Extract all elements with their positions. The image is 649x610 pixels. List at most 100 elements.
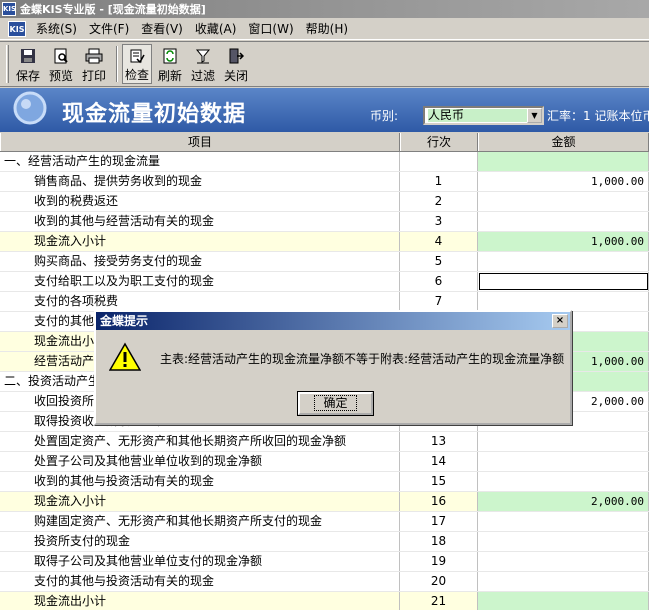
preview-icon [52, 47, 70, 65]
print-button[interactable]: 打印 [79, 44, 109, 84]
cell-line-number [400, 152, 478, 171]
ok-button-label: 确定 [314, 395, 357, 411]
table-row[interactable]: 投资所支付的现金 18 [0, 532, 649, 552]
cell-amount[interactable] [478, 252, 649, 271]
cell-amount[interactable] [478, 592, 649, 610]
toolbar-grip[interactable] [6, 45, 9, 83]
check-label: 检查 [124, 68, 149, 82]
table-row[interactable]: 现金流入小计 16 2,000.00 [0, 492, 649, 512]
cell-amount[interactable]: 2,000.00 [478, 492, 649, 511]
dropdown-arrow-icon[interactable]: ▼ [527, 108, 542, 123]
dialog-title-text: 金蝶提示 [100, 314, 149, 328]
table-row[interactable]: 收到的其他与经营活动有关的现金 3 [0, 212, 649, 232]
cell-amount[interactable]: 1,000.00 [478, 232, 649, 251]
save-button[interactable]: 保存 [13, 44, 43, 84]
close-icon [227, 47, 245, 65]
refresh-icon [161, 47, 179, 65]
cell-amount[interactable] [478, 532, 649, 551]
cell-amount[interactable] [478, 552, 649, 571]
cell-item: 收到的其他与投资活动有关的现金 [0, 472, 400, 491]
table-row[interactable]: 支付的各项税费 7 [0, 292, 649, 312]
filter-button[interactable]: 过滤 [188, 44, 218, 84]
cell-line-number: 15 [400, 472, 478, 491]
cell-amount[interactable] [478, 152, 649, 171]
cell-line-number: 4 [400, 232, 478, 251]
exchange-rate-text: 汇率：1 记账本位币 [547, 109, 649, 123]
menu-help[interactable]: 帮助(H) [300, 20, 354, 37]
warning-dialog: 金蝶提示 × 主表:经营活动产生的现金流量净额不等于附表:经营活动产生的现金流量… [94, 310, 572, 425]
cell-amount[interactable] [478, 212, 649, 231]
cell-amount[interactable] [478, 292, 649, 311]
column-header-line[interactable]: 行次 [400, 133, 478, 151]
toolbar-separator [116, 46, 118, 82]
table-row[interactable]: 收到的其他与投资活动有关的现金 15 [0, 472, 649, 492]
table-row[interactable]: 购买商品、接受劳务支付的现金 5 [0, 252, 649, 272]
cell-amount[interactable] [478, 272, 649, 291]
menu-view[interactable]: 查看(V) [135, 20, 189, 37]
window-title-bar: KIS 金蝶KIS专业版 - [现金流量初始数据] [0, 0, 649, 18]
dialog-message: 主表:经营活动产生的现金流量净额不等于附表:经营活动产生的现金流量净额 [160, 352, 565, 366]
menu-file[interactable]: 文件(F) [83, 20, 135, 37]
table-row[interactable]: 取得子公司及其他营业单位支付的现金净额 19 [0, 552, 649, 572]
cell-item: 支付的各项税费 [0, 292, 400, 311]
page-title: 现金流量初始数据 [62, 102, 247, 127]
filter-icon [194, 47, 212, 65]
cell-amount[interactable] [478, 192, 649, 211]
preview-button[interactable]: 预览 [46, 44, 76, 84]
cell-item: 收到的税费返还 [0, 192, 400, 211]
check-button[interactable]: 检查 [122, 44, 152, 84]
currency-select[interactable]: 人民币 ▼ [423, 106, 544, 125]
cell-item: 现金流入小计 [0, 232, 400, 251]
cell-amount[interactable] [478, 472, 649, 491]
cell-amount[interactable] [478, 452, 649, 471]
column-header-amount[interactable]: 金额 [478, 133, 649, 151]
print-icon [85, 47, 103, 65]
kis-app-icon: KIS [2, 2, 16, 16]
cell-item: 现金流入小计 [0, 492, 400, 511]
cell-amount[interactable] [478, 512, 649, 531]
cell-line-number: 16 [400, 492, 478, 511]
menu-window[interactable]: 窗口(W) [242, 20, 299, 37]
save-icon [19, 47, 37, 65]
cell-amount[interactable] [478, 572, 649, 591]
cell-item: 投资所支付的现金 [0, 532, 400, 551]
column-header-item[interactable]: 项目 [0, 133, 400, 151]
table-row[interactable]: 支付的其他与投资活动有关的现金 20 [0, 572, 649, 592]
cell-line-number: 5 [400, 252, 478, 271]
save-label: 保存 [15, 69, 40, 83]
table-row[interactable]: 购建固定资产、无形资产和其他长期资产所支付的现金 17 [0, 512, 649, 532]
filter-label: 过滤 [190, 69, 215, 83]
menu-bar: KIS 系统(S) 文件(F) 查看(V) 收藏(A) 窗口(W) 帮助(H) [0, 18, 649, 40]
cell-line-number: 7 [400, 292, 478, 311]
table-row[interactable]: 处置固定资产、无形资产和其他长期资产所收回的现金净额 13 [0, 432, 649, 452]
table-row[interactable]: 销售商品、提供劳务收到的现金 1 1,000.00 [0, 172, 649, 192]
cell-item: 现金流出小计 [0, 592, 400, 610]
close-label: 关闭 [223, 69, 248, 83]
ok-button[interactable]: 确定 [297, 391, 374, 416]
table-row[interactable]: 收到的税费返还 2 [0, 192, 649, 212]
cell-line-number: 14 [400, 452, 478, 471]
dialog-title: 金蝶提示 × [96, 312, 570, 330]
table-row[interactable]: 处置子公司及其他营业单位收到的现金净额 14 [0, 452, 649, 472]
check-icon [128, 48, 146, 64]
dialog-close-button[interactable]: × [552, 314, 568, 328]
cell-amount[interactable]: 1,000.00 [478, 172, 649, 191]
table-row[interactable]: 现金流出小计 21 [0, 592, 649, 610]
cell-item: 购建固定资产、无形资产和其他长期资产所支付的现金 [0, 512, 400, 531]
currency-value: 人民币 [428, 109, 527, 122]
preview-label: 预览 [48, 69, 73, 83]
refresh-button[interactable]: 刷新 [155, 44, 185, 84]
table-row[interactable]: 支付给职工以及为职工支付的现金 6 [0, 272, 649, 292]
table-row[interactable]: 一、经营活动产生的现金流量 [0, 152, 649, 172]
warning-icon [109, 342, 141, 371]
cell-amount[interactable] [478, 432, 649, 451]
close-button[interactable]: 关闭 [221, 44, 251, 84]
menu-favorites[interactable]: 收藏(A) [189, 20, 243, 37]
window-title: 金蝶KIS专业版 - [现金流量初始数据] [20, 3, 206, 16]
table-row[interactable]: 现金流入小计 4 1,000.00 [0, 232, 649, 252]
cell-line-number: 20 [400, 572, 478, 591]
cell-item: 取得子公司及其他营业单位支付的现金净额 [0, 552, 400, 571]
cell-line-number: 17 [400, 512, 478, 531]
cell-item: 支付的其他与投资活动有关的现金 [0, 572, 400, 591]
menu-system[interactable]: 系统(S) [30, 20, 83, 37]
